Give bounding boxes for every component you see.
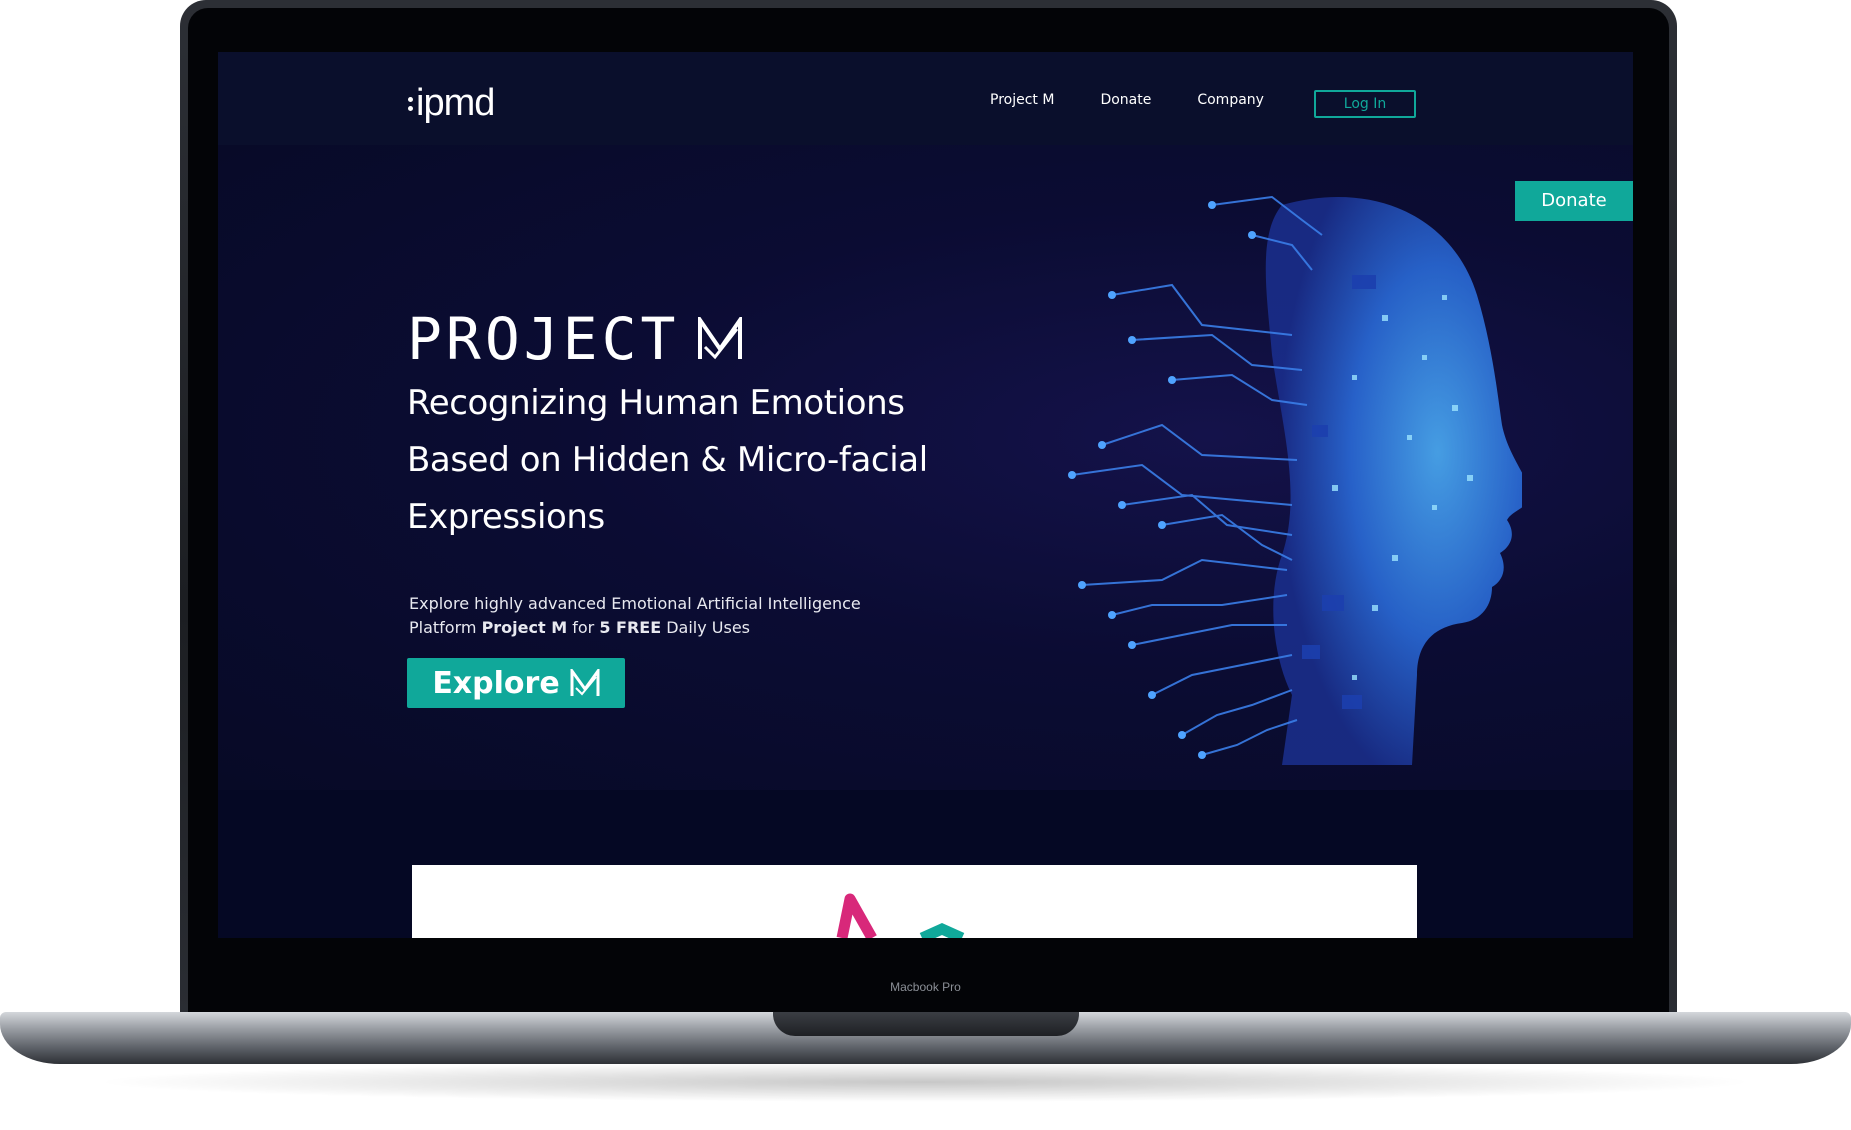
laptop-notch <box>773 1012 1079 1036</box>
nav-link-donate[interactable]: Donate <box>1100 92 1151 108</box>
nav-link-company[interactable]: Company <box>1197 92 1264 108</box>
explore-label: Explore <box>432 665 560 701</box>
browser-viewport: ipmd Project M Donate Company Log In Don… <box>218 52 1633 938</box>
hero-headline: Recognizing Human Emotions Based on Hidd… <box>407 375 967 546</box>
headline-line: Based on Hidden & Micro-facial <box>407 440 928 480</box>
content-card <box>412 865 1417 938</box>
digital-head-icon <box>1068 195 1522 765</box>
description-text: for <box>567 618 600 637</box>
description-line-1: Explore highly advanced Emotional Artifi… <box>409 594 861 613</box>
laptop-shadow <box>90 1062 1760 1102</box>
nav-links: Project M Donate Company <box>990 92 1310 108</box>
login-button[interactable]: Log In <box>1314 90 1416 118</box>
ipmd-logo[interactable]: ipmd <box>408 82 495 125</box>
headline-line: Expressions <box>407 497 605 537</box>
logo-text: ipmd <box>416 82 495 124</box>
headline-line: Recognizing Human Emotions <box>407 383 905 423</box>
description-text: Platform <box>409 618 482 637</box>
description-emphasis-free: 5 FREE <box>599 618 662 637</box>
project-title: PROJECT <box>407 305 743 373</box>
project-title-text: PROJECT <box>407 305 680 373</box>
explore-button[interactable]: Explore <box>407 658 625 708</box>
hero-section: Donate PROJECT Recognizing Human Emotion… <box>218 145 1633 790</box>
donate-tab-button[interactable]: Donate <box>1515 181 1633 221</box>
device-model-label: Macbook Pro <box>890 980 961 994</box>
logo-dots-icon <box>408 95 413 113</box>
hero-description: Explore highly advanced Emotional Artifi… <box>409 592 909 640</box>
m-logo-icon <box>698 317 743 360</box>
top-navbar: ipmd Project M Donate Company Log In <box>218 52 1633 145</box>
m-logo-icon <box>570 669 600 696</box>
nav-link-project-m[interactable]: Project M <box>990 92 1054 108</box>
description-emphasis-project-m: Project M <box>481 618 568 637</box>
description-text: Daily Uses <box>661 618 751 637</box>
description-line-2: Platform Project M for 5 FREE Daily Uses <box>409 616 909 640</box>
m-logo-icon <box>836 893 965 938</box>
lower-section <box>218 790 1633 938</box>
